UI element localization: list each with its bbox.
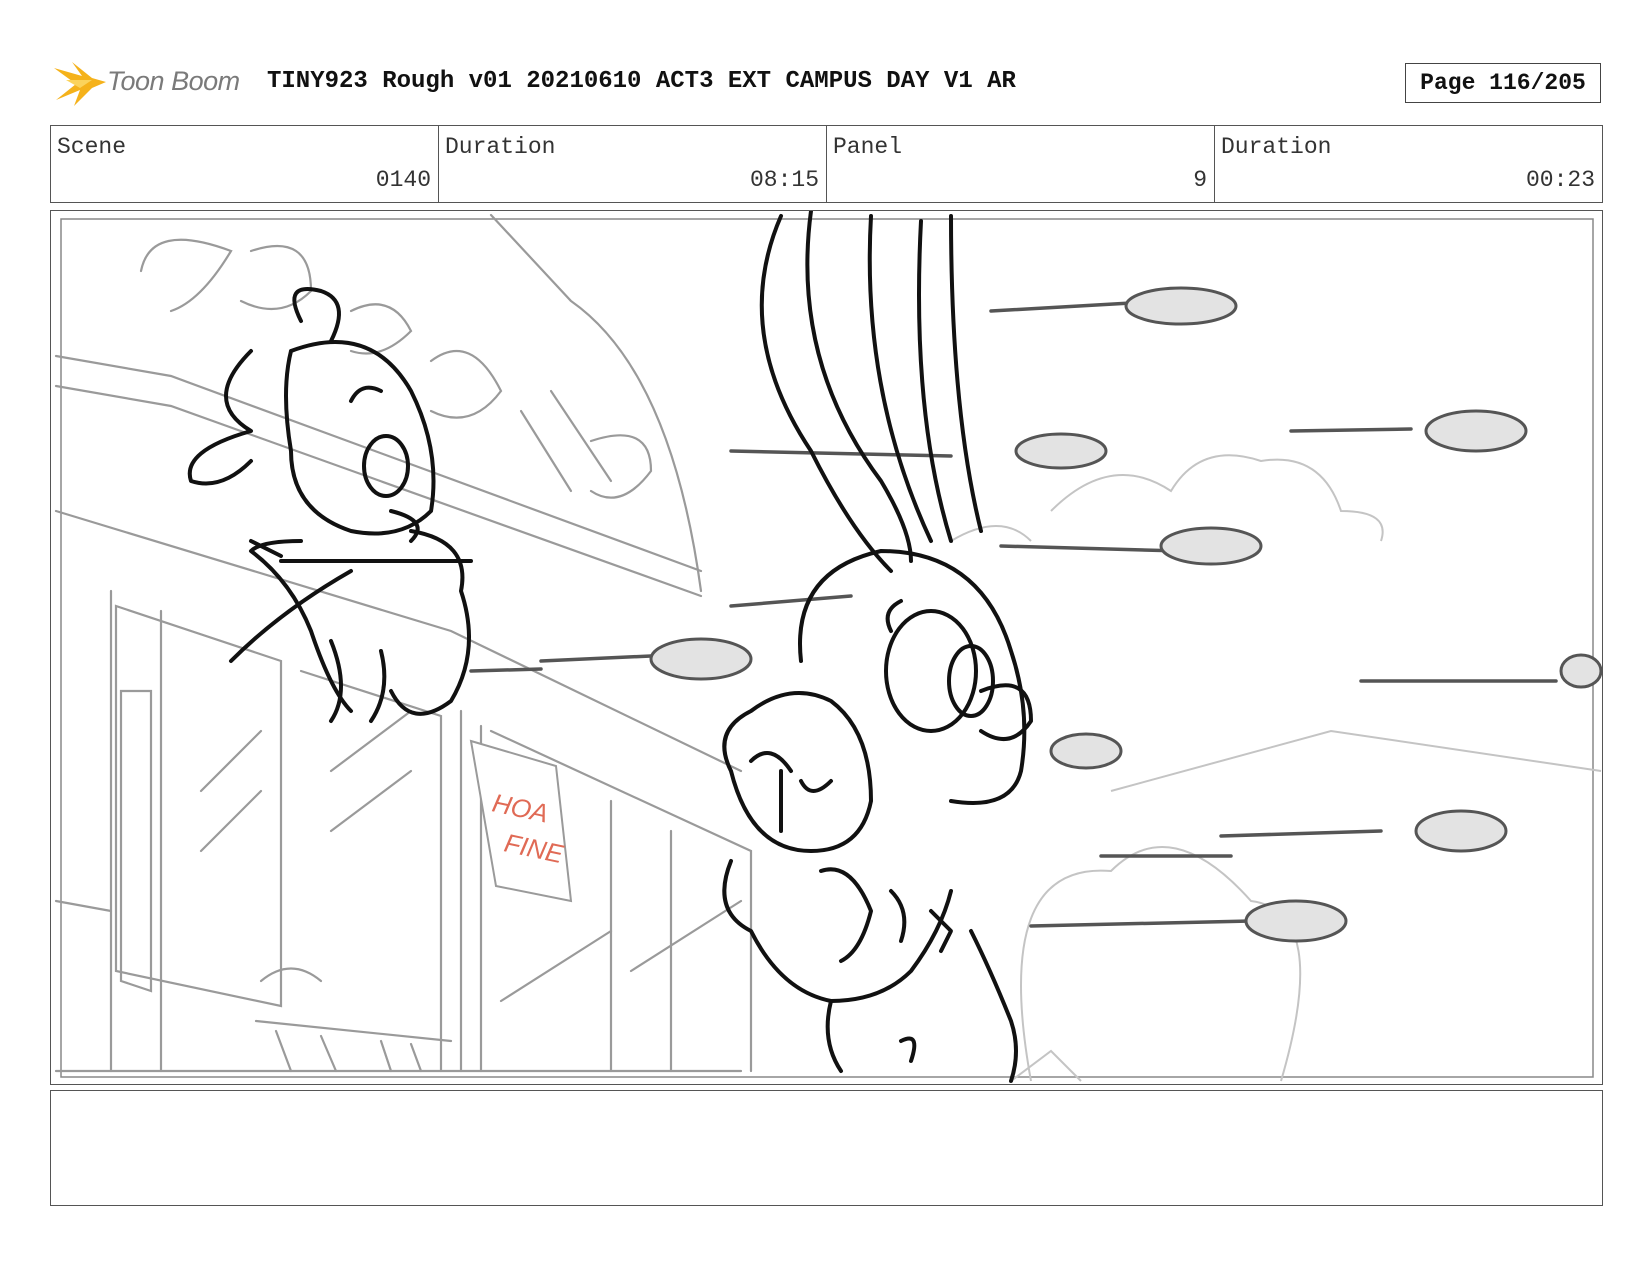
- scene-duration-cell: Duration 08:15: [439, 126, 827, 202]
- logo-text: Toon Boom: [107, 66, 240, 96]
- panel-sketch: HOA FINE: [54, 211, 1603, 1083]
- panel-cell: Panel 9: [827, 126, 1215, 202]
- document-title: TINY923 Rough v01 20210610 ACT3 EXT CAMP…: [267, 68, 1016, 95]
- scene-duration-value: 08:15: [749, 167, 819, 193]
- panel-duration-value: 00:23: [1525, 167, 1595, 193]
- scene-cell: Scene 0140: [51, 126, 439, 202]
- page-indicator: Page 116/205: [1405, 63, 1601, 103]
- scene-info-table: Scene 0140 Duration 08:15 Panel 9 Durati…: [50, 125, 1603, 203]
- flame-icon: [54, 62, 106, 106]
- panel-duration-label: Duration: [1221, 134, 1332, 160]
- panel-duration-cell: Duration 00:23: [1215, 126, 1602, 202]
- toon-boom-logo: Toon Boom: [52, 58, 252, 110]
- scene-duration-label: Duration: [445, 134, 556, 160]
- scene-value: 0140: [375, 167, 431, 193]
- panel-notes: [50, 1090, 1603, 1206]
- panel-value: 9: [1193, 167, 1207, 193]
- storyboard-panel: HOA FINE: [50, 210, 1603, 1085]
- scene-label: Scene: [57, 134, 127, 160]
- panel-label: Panel: [833, 134, 903, 160]
